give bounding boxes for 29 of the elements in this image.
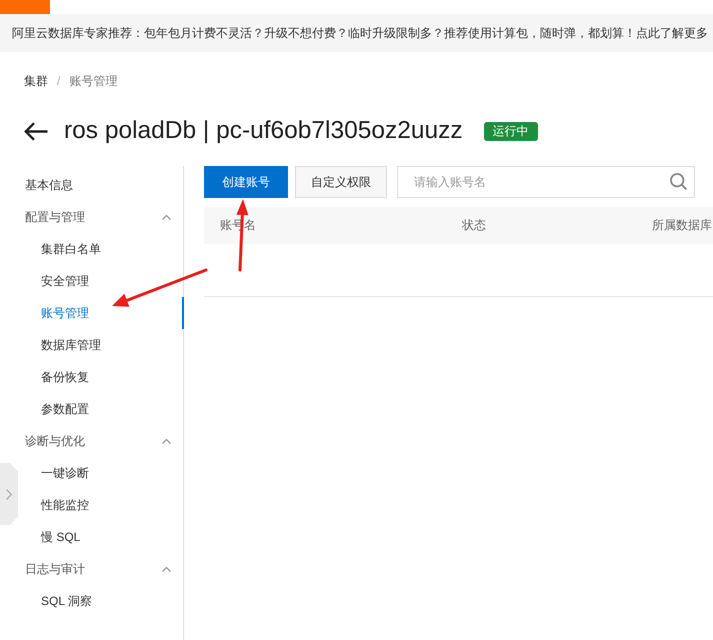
- search-icon[interactable]: [670, 173, 687, 190]
- collapse-handle[interactable]: [0, 463, 18, 525]
- search-field[interactable]: 请输入账号名: [397, 166, 695, 198]
- logo-block: [0, 0, 50, 14]
- chevron-right-icon: [6, 488, 12, 500]
- sidebar-item[interactable]: 备份恢复: [18, 361, 184, 393]
- sidebar-item[interactable]: 慢 SQL: [18, 521, 184, 553]
- breadcrumb-current: 账号管理: [69, 74, 118, 88]
- sidebar-group[interactable]: 日志与审计: [0, 553, 184, 585]
- sidebar-item[interactable]: 参数配置: [18, 393, 184, 425]
- notice-text: 阿里云数据库专家推荐：包年包月计费不灵活？升级不想付费？临时升级限制多？推荐使用计算包，随时弹，都划算！点此了解更多: [12, 25, 708, 41]
- sidebar-item[interactable]: 基本信息: [0, 169, 184, 201]
- create-button[interactable]: 创建账号: [204, 166, 288, 198]
- sidebar-item[interactable]: 一键诊断: [18, 457, 184, 489]
- back-arrow-icon[interactable]: [24, 122, 48, 140]
- sidebar-item[interactable]: 集群白名单: [18, 233, 184, 265]
- sidebar-item[interactable]: 性能监控: [18, 489, 184, 521]
- permissions-button[interactable]: 自定义权限: [295, 166, 387, 198]
- column-header: 状态: [462, 217, 487, 234]
- breadcrumb-link[interactable]: 集群: [24, 74, 48, 88]
- sidebar-item[interactable]: 安全管理: [18, 265, 184, 297]
- sidebar-group[interactable]: 配置与管理: [0, 201, 184, 233]
- sidebar-item[interactable]: SQL 洞察: [18, 585, 184, 617]
- sidebar-group[interactable]: 诊断与优化: [0, 425, 184, 457]
- breadcrumb-separator: /: [57, 74, 60, 88]
- page-title: ros poladDb | pc-uf6ob7l305oz2uuzz: [64, 116, 463, 146]
- status-badge: 运行中: [484, 122, 538, 140]
- sidebar-item[interactable]: 数据库管理: [18, 329, 184, 361]
- column-header: 所属数据库: [652, 217, 713, 234]
